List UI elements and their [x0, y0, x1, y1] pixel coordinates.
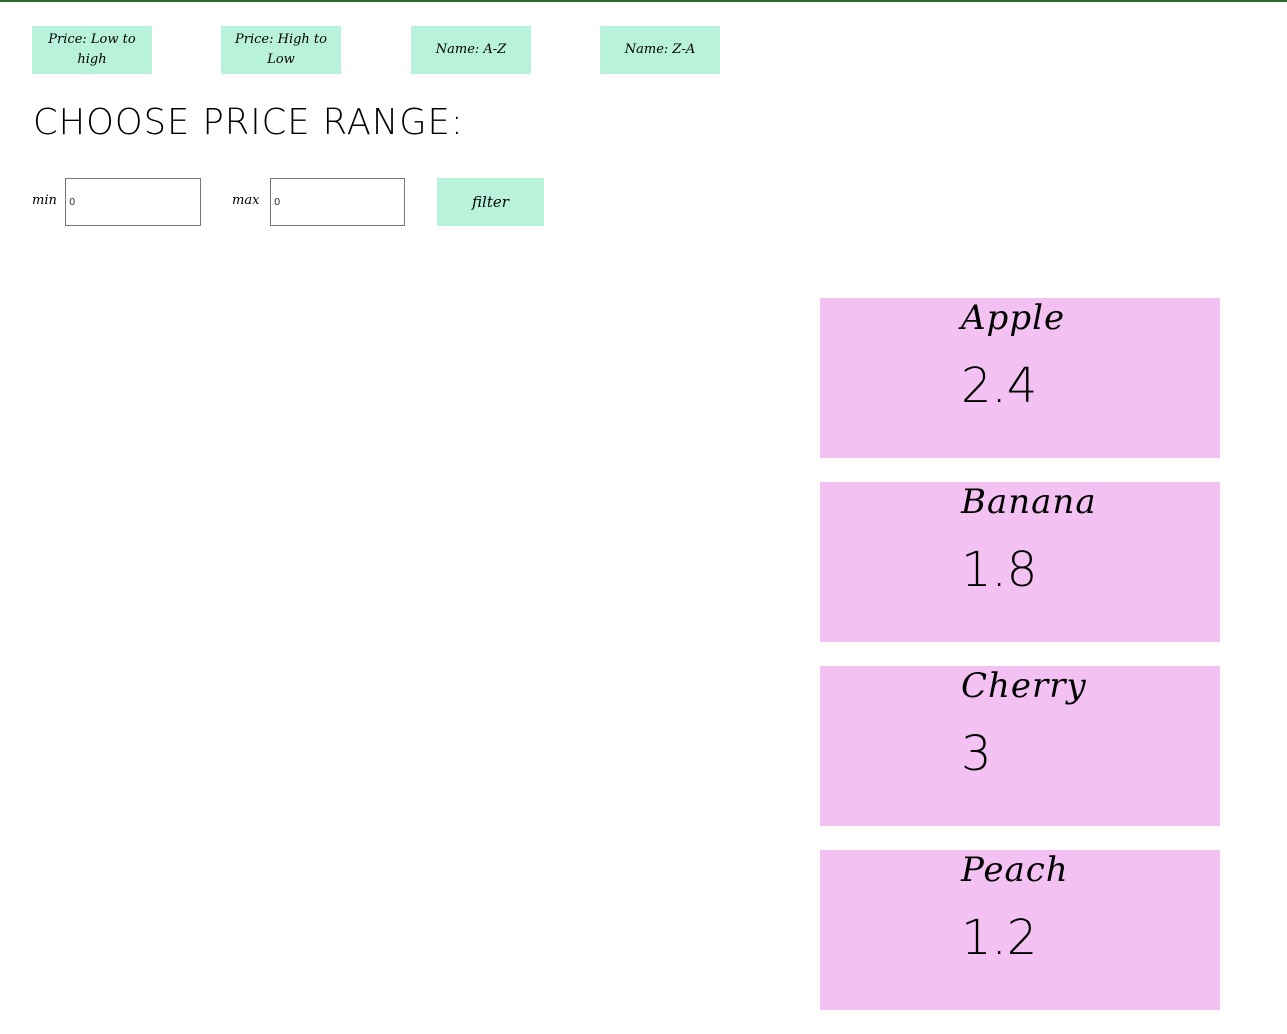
- product-price: 2.4: [961, 358, 1038, 414]
- product-name: Cherry: [961, 666, 1087, 706]
- max-price-input[interactable]: [270, 178, 405, 226]
- product-price: 3: [961, 726, 992, 782]
- min-label: min: [32, 193, 57, 208]
- sort-name-a-z-button[interactable]: Name: A-Z: [411, 26, 531, 74]
- product-price: 1.8: [961, 542, 1038, 598]
- max-label: max: [232, 193, 260, 208]
- product-name: Peach: [961, 850, 1069, 890]
- product-name: Banana: [961, 482, 1097, 522]
- product-price: 1.2: [961, 910, 1038, 966]
- product-card: Banana 1.8: [820, 482, 1220, 642]
- product-list: Apple 2.4 Banana 1.8 Cherry 3 Peach 1.2: [820, 298, 1220, 1034]
- sort-name-z-a-button[interactable]: Name: Z-A: [600, 26, 720, 74]
- min-price-input[interactable]: [65, 178, 201, 226]
- top-rule: [0, 0, 1287, 2]
- product-card: Cherry 3: [820, 666, 1220, 826]
- sort-price-low-high-button[interactable]: Price: Low to high: [32, 26, 152, 74]
- filter-button[interactable]: filter: [437, 178, 544, 226]
- product-card: Peach 1.2: [820, 850, 1220, 1010]
- sort-price-high-low-button[interactable]: Price: High to Low: [221, 26, 341, 74]
- product-name: Apple: [961, 298, 1066, 338]
- price-range-title: CHOOSE PRICE RANGE:: [33, 102, 464, 143]
- product-card: Apple 2.4: [820, 298, 1220, 458]
